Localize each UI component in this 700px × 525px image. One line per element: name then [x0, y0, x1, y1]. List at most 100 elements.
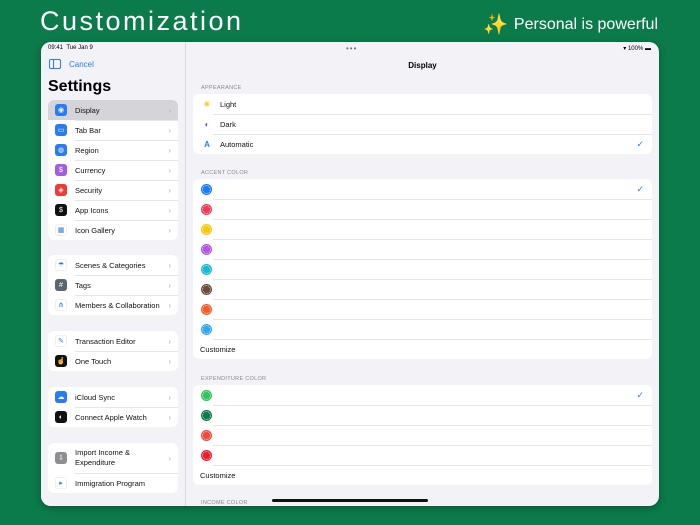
color-swatch-icon	[202, 204, 211, 214]
sidebar-item-label: Scenes & Categories	[75, 260, 146, 270]
appearance-option[interactable]: ☀ Light	[193, 94, 652, 114]
sidebar-item-label: Members & Collaboration	[75, 300, 160, 310]
sidebar-group: ☁ iCloud Sync › ◐ Connect Apple Watch ›	[48, 387, 178, 427]
multitask-dots-icon[interactable]: •••	[346, 44, 357, 53]
color-swatch-icon	[202, 264, 211, 274]
banner-tagline: ✨ Personal is powerful	[483, 14, 658, 36]
sidebar-item-tabbar[interactable]: ▭ Tab Bar ›	[48, 120, 178, 140]
sidebar-group: ☂ Scenes & Categories › # Tags › ⋔ Members & Co…	[48, 255, 178, 315]
sidebar-group: ⇩ Import Income & Expenditure › ▸ Immigratio…	[48, 443, 178, 493]
chevron-right-icon: ›	[168, 105, 171, 115]
sidebar-item-label: iCloud Sync	[75, 392, 116, 402]
accent-color-option[interactable]	[193, 219, 652, 239]
accent-color-option[interactable]: ✓	[193, 179, 652, 199]
status-battery: ▾ 100% ▬	[623, 46, 651, 52]
sidebar-toggle-icon[interactable]	[49, 59, 61, 69]
sidebar: 09:41 Tue Jan 9 Cancel Settings ◉ Display…	[41, 42, 186, 506]
sidebar-item-label: Security	[75, 185, 103, 195]
color-swatch-icon	[202, 304, 211, 314]
accent-customize-button[interactable]: Customize	[193, 339, 652, 359]
chevron-right-icon: ›	[168, 392, 171, 402]
sidebar-item-terminal[interactable]: ▸ Immigration Program	[48, 473, 178, 493]
sidebar-item-grid[interactable]: ▦ Icon Gallery ›	[48, 220, 178, 240]
expenditure-color-option[interactable]	[193, 425, 652, 445]
chevron-right-icon: ›	[168, 336, 171, 346]
sidebar-item-watch[interactable]: ◐ Connect Apple Watch ›	[48, 407, 178, 427]
sidebar-item-pencil[interactable]: ✎ Transaction Editor ›	[48, 331, 178, 351]
sidebar-item-label: Connect Apple Watch	[75, 412, 147, 422]
scenes-icon: ☂	[55, 259, 67, 271]
status-time: 09:41 Tue Jan 9	[48, 45, 93, 51]
sidebar-item-label: Tags	[75, 280, 91, 290]
chevron-right-icon: ›	[168, 225, 171, 235]
sidebar-item-label: Region	[75, 145, 99, 155]
sidebar-item-cloud[interactable]: ☁ iCloud Sync ›	[48, 387, 178, 407]
expenditure-card: ✓ Customize	[193, 385, 652, 485]
accent-color-option[interactable]	[193, 299, 652, 319]
banner-title: Customization	[40, 6, 244, 36]
expenditure-color-option[interactable]: ✓	[193, 385, 652, 405]
sidebar-item-shield[interactable]: ◈ Security ›	[48, 180, 178, 200]
color-swatch-icon	[202, 224, 211, 234]
checkmark-icon: ✓	[636, 183, 644, 194]
income-header: INCOME COLOR	[201, 500, 248, 506]
expenditure-customize-button[interactable]: Customize	[193, 465, 652, 485]
sidebar-item-app[interactable]: $ App Icons ›	[48, 200, 178, 220]
home-indicator[interactable]	[272, 499, 428, 502]
sidebar-group: ◉ Display › ▭ Tab Bar › ◍ Region › $ Currency › ◈ Sec…	[48, 100, 178, 240]
chevron-right-icon: ›	[168, 300, 171, 310]
sidebar-item-import[interactable]: ⇩ Import Income & Expenditure ›	[48, 443, 178, 473]
sidebar-item-palette[interactable]: ◉ Display ›	[48, 100, 178, 120]
accent-color-option[interactable]	[193, 239, 652, 259]
sidebar-item-globe[interactable]: ◍ Region ›	[48, 140, 178, 160]
cancel-button[interactable]: Cancel	[69, 60, 94, 69]
checkmark-icon: ✓	[636, 389, 644, 400]
tabbar-icon: ▭	[55, 124, 67, 136]
chevron-right-icon: ›	[168, 280, 171, 290]
sidebar-item-scenes[interactable]: ☂ Scenes & Categories ›	[48, 255, 178, 275]
color-swatch-icon	[202, 410, 211, 420]
sidebar-item-label: App Icons	[75, 205, 109, 215]
color-swatch-icon	[202, 184, 211, 194]
accent-color-option[interactable]	[193, 199, 652, 219]
touch-icon: ☝	[55, 355, 67, 367]
appearance-option[interactable]: A Automatic ✓	[193, 134, 652, 154]
app-icon: $	[55, 204, 67, 216]
sidebar-item-label: One Touch	[75, 356, 112, 366]
expenditure-color-option[interactable]	[193, 445, 652, 465]
color-swatch-icon	[202, 450, 211, 460]
expenditure-header: EXPENDITURE COLOR	[201, 376, 267, 382]
nav-title: Display	[408, 61, 437, 70]
ipad-screen: 09:41 Tue Jan 9 Cancel Settings ◉ Display…	[41, 42, 659, 506]
detail-pane: ••• ▾ 100% ▬ Display APPEARANCE ☀ Light ◐ D…	[186, 42, 659, 506]
accent-color-option[interactable]	[193, 279, 652, 299]
terminal-icon: ▸	[55, 477, 67, 489]
A-icon: A	[204, 139, 210, 149]
color-swatch-icon	[202, 390, 211, 400]
sidebar-item-label: Icon Gallery	[75, 225, 116, 235]
expenditure-color-option[interactable]	[193, 405, 652, 425]
watch-icon: ◐	[55, 411, 67, 423]
chevron-right-icon: ›	[168, 260, 171, 270]
accent-color-option[interactable]	[193, 259, 652, 279]
members-icon: ⋔	[55, 299, 67, 311]
chevron-right-icon: ›	[168, 145, 171, 155]
sidebar-item-hash[interactable]: # Tags ›	[48, 275, 178, 295]
chevron-right-icon: ›	[168, 356, 171, 366]
color-swatch-icon	[202, 244, 211, 254]
grid-icon: ▦	[55, 224, 67, 236]
chevron-right-icon: ›	[168, 125, 171, 135]
sidebar-item-members[interactable]: ⋔ Members & Collaboration ›	[48, 295, 178, 315]
color-swatch-icon	[202, 324, 211, 334]
chevron-right-icon: ›	[168, 453, 171, 463]
appearance-option[interactable]: ◐ Dark	[193, 114, 652, 134]
sidebar-item-touch[interactable]: ☝ One Touch ›	[48, 351, 178, 371]
sidebar-group: ✎ Transaction Editor › ☝ One Touch ›	[48, 331, 178, 371]
sidebar-item-dollar[interactable]: $ Currency ›	[48, 160, 178, 180]
color-swatch-icon	[202, 430, 211, 440]
pencil-icon: ✎	[55, 335, 67, 347]
sidebar-item-label: Tab Bar	[75, 125, 101, 135]
chevron-right-icon: ›	[168, 412, 171, 422]
hash-icon: #	[55, 279, 67, 291]
accent-color-option[interactable]	[193, 319, 652, 339]
